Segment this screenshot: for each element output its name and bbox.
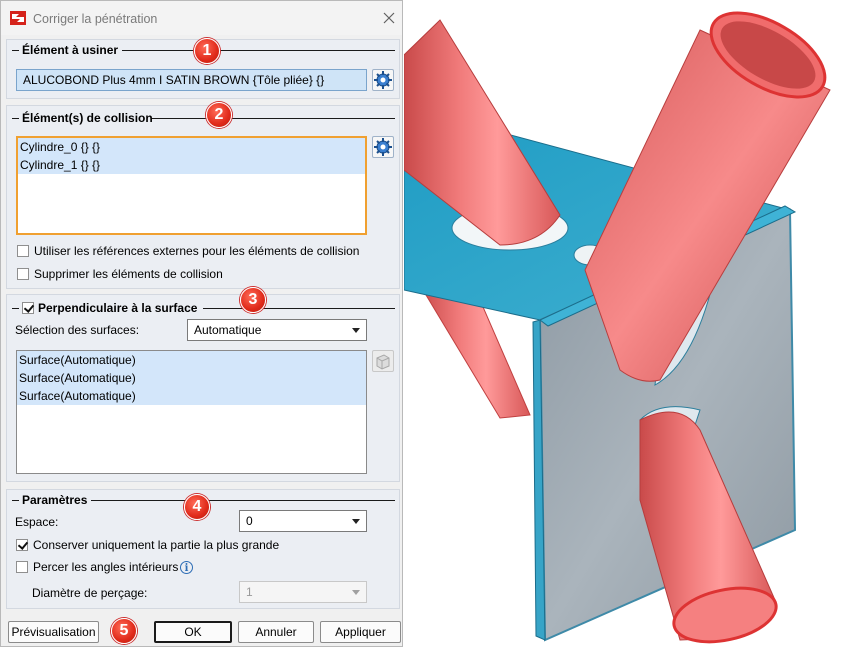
gear-select-icon [374, 138, 392, 156]
space-dropdown[interactable]: 0 [239, 510, 367, 532]
callout-badge-3: 3 [240, 287, 266, 313]
surface-select-icon [376, 354, 390, 370]
info-icon[interactable]: i [180, 561, 193, 574]
section-title: Perpendiculaire à la surface [38, 301, 198, 315]
select-surface-button[interactable] [372, 350, 394, 372]
3d-viewport[interactable] [404, 0, 844, 649]
section-collision-elements: Élément(s) de collision Cylindre_0 {} {}… [6, 105, 400, 289]
window-title: Corriger la pénétration [33, 12, 158, 26]
section-perpendicular: Perpendiculaire à la surface Sélection d… [6, 294, 400, 482]
section-title: Élément(s) de collision [22, 111, 153, 125]
chevron-down-icon [352, 328, 360, 333]
space-label: Espace: [15, 515, 59, 529]
section-title: Paramètres [22, 493, 88, 507]
drill-diameter-dropdown[interactable]: 1 [239, 581, 367, 603]
callout-badge-5: 5 [111, 618, 137, 644]
cancel-button[interactable]: Annuler [238, 621, 314, 643]
checkbox[interactable] [16, 561, 28, 573]
app-logo-icon [10, 11, 26, 25]
callout-badge-2: 2 [206, 102, 232, 128]
perpendicular-checkbox[interactable] [22, 302, 34, 314]
machined-element-field[interactable]: ALUCOBOND Plus 4mm I SATIN BROWN {Tôle p… [16, 69, 367, 91]
checkbox[interactable] [17, 245, 29, 257]
drill-diameter-label: Diamètre de perçage: [32, 586, 148, 600]
select-element-button[interactable] [372, 69, 394, 91]
collision-list[interactable]: Cylindre_0 {} {} Cylindre_1 {} {} [16, 136, 367, 235]
checkbox[interactable] [17, 268, 29, 280]
ok-button[interactable]: OK [154, 621, 232, 643]
apply-button[interactable]: Appliquer [320, 621, 401, 643]
title-bar: Corriger la pénétration [1, 1, 402, 35]
section-title: Élément à usiner [22, 43, 119, 57]
surface-selection-label: Sélection des surfaces: [15, 323, 140, 337]
gear-select-icon [374, 71, 392, 89]
chevron-down-icon [352, 590, 360, 595]
close-icon[interactable] [380, 10, 398, 26]
list-item[interactable]: Cylindre_0 {} {} [18, 138, 365, 156]
callout-badge-4: 4 [184, 494, 210, 520]
list-item[interactable]: Surface(Automatique) [17, 351, 366, 369]
list-item[interactable]: Surface(Automatique) [17, 387, 366, 405]
select-collision-button[interactable] [372, 136, 394, 158]
surface-selection-dropdown[interactable]: Automatique [187, 319, 367, 341]
surface-list[interactable]: Surface(Automatique) Surface(Automatique… [16, 350, 367, 474]
correct-penetration-dialog: Corriger la pénétration Élément à usiner… [0, 0, 403, 647]
preview-button[interactable]: Prévisualisation [8, 621, 99, 643]
chevron-down-icon [352, 519, 360, 524]
callout-badge-1: 1 [194, 38, 220, 64]
checkbox[interactable] [16, 539, 28, 551]
list-item[interactable]: Surface(Automatique) [17, 369, 366, 387]
list-item[interactable]: Cylindre_1 {} {} [18, 156, 365, 174]
